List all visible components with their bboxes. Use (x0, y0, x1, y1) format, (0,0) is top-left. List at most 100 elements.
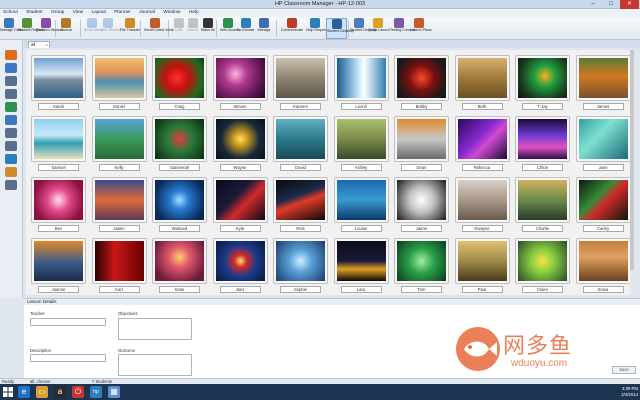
student-thumbnail[interactable]: Paul (454, 237, 511, 295)
menu-group[interactable]: Group (48, 9, 68, 17)
student-screen-preview[interactable] (334, 178, 388, 222)
student-thumbnail[interactable]: Leonil (333, 54, 390, 112)
applications-icon[interactable] (5, 115, 17, 125)
send-collect-work-button[interactable]: Send/Collect Work (144, 18, 174, 39)
student-desktop-button[interactable]: Student Desktop (350, 18, 377, 39)
student-screen-preview[interactable] (274, 178, 327, 222)
close-button[interactable]: ✕ (620, 0, 639, 9)
student-screen-preview[interactable] (395, 239, 448, 283)
headset-icon[interactable] (5, 76, 17, 86)
file-explorer-icon[interactable]: ▭ (36, 386, 48, 398)
student-screen-preview[interactable] (213, 239, 267, 283)
student-screen-preview[interactable] (153, 56, 206, 100)
outcome-field[interactable] (118, 354, 192, 376)
manage-class-button[interactable]: Manage Class (0, 18, 23, 39)
student-thumbnail[interactable]: Daniel (91, 54, 148, 112)
minimize-button[interactable]: – (584, 0, 602, 9)
student-screen-preview[interactable] (213, 178, 267, 222)
student-thumbnail[interactable]: Jaez (212, 237, 269, 295)
student-screen-preview[interactable] (455, 178, 509, 222)
student-screen-preview[interactable] (516, 239, 569, 283)
student-screen-preview[interactable] (92, 56, 146, 100)
student-thumbnail[interactable]: Sameerah (151, 115, 208, 173)
student-thumbnail[interactable]: Kareem (272, 54, 329, 112)
lock-button[interactable]: Lock (172, 18, 185, 39)
student-screen-preview[interactable] (32, 178, 85, 222)
student-thumbnail[interactable]: Samuel (30, 115, 87, 173)
web-access-button[interactable]: Web Access (220, 18, 240, 39)
student-screen-preview[interactable] (153, 117, 206, 161)
blank-all-button[interactable]: Blank All (200, 18, 216, 39)
menu-school[interactable]: School (0, 9, 22, 17)
globe-icon[interactable] (5, 102, 17, 112)
student-thumbnail[interactable]: Kane (151, 237, 208, 295)
co-browse-button[interactable]: Co-Browse (236, 18, 255, 39)
student-screen-preview[interactable] (516, 178, 569, 222)
student-screen-preview[interactable] (455, 56, 509, 100)
student-thumbnail[interactable]: Jason (91, 176, 148, 234)
keyboard-icon[interactable] (5, 180, 17, 190)
show-menu-button[interactable]: Show Menu (84, 18, 103, 39)
student-thumbnail[interactable]: Sonia (575, 237, 632, 295)
scrollbar-thumb[interactable] (630, 50, 634, 270)
student-screen-preview[interactable] (32, 239, 85, 283)
manage-button[interactable]: Manage (256, 18, 272, 39)
system-clock[interactable]: 3:39 PM 2/4/2014 (621, 386, 638, 398)
communicate-button[interactable]: Communicate (280, 18, 304, 39)
student-thumbnail[interactable]: Chloe (514, 115, 571, 173)
unlock-button[interactable]: Unlock (186, 18, 199, 39)
student-thumbnail[interactable]: Waheed (151, 176, 208, 234)
student-thumbnail[interactable]: Sarah (30, 54, 87, 112)
student-screen-preview[interactable] (334, 239, 388, 283)
amazon-icon[interactable]: a (54, 386, 66, 398)
student-screen-preview[interactable] (516, 117, 569, 161)
student-screen-preview[interactable] (32, 117, 85, 161)
menu-help[interactable]: Help (186, 9, 203, 17)
student-thumbnail[interactable]: Louise (333, 176, 390, 234)
student-screen-preview[interactable] (32, 56, 85, 100)
menu-window[interactable]: Window (160, 9, 184, 17)
view-student-button[interactable]: View Student (100, 18, 121, 39)
student-screen-preview[interactable] (334, 56, 388, 100)
student-screen-preview[interactable] (576, 239, 630, 283)
student-thumbnail[interactable]: T-Jay (514, 54, 571, 112)
student-screen-preview[interactable] (455, 117, 509, 161)
student-screen-preview[interactable] (274, 56, 327, 100)
student-screen-preview[interactable] (576, 56, 630, 100)
student-desktop-button[interactable]: Student Desktop (326, 18, 354, 39)
student-thumbnail[interactable]: James (575, 54, 632, 112)
student-thumbnail[interactable]: Jaime (393, 176, 450, 234)
student-screen-preview[interactable] (153, 239, 206, 283)
student-thumbnail[interactable]: Sophie (272, 237, 329, 295)
quick-launch-button[interactable]: Quick Launch (368, 18, 390, 39)
help-requests-button[interactable]: Help Requests (306, 18, 330, 39)
large-icons-icon[interactable] (5, 63, 17, 73)
student-thumbnail[interactable]: Steven (212, 54, 269, 112)
tab-close-icon[interactable]: × (46, 42, 48, 48)
menu-view[interactable]: View (70, 9, 87, 17)
student-screen-preview[interactable] (395, 178, 448, 222)
student-screen-preview[interactable] (213, 56, 267, 100)
teacher-field[interactable] (30, 318, 106, 326)
student-thumbnail[interactable]: Kyla (212, 176, 269, 234)
menu-student[interactable]: Student (23, 9, 47, 17)
power-icon[interactable]: ⏻ (72, 386, 84, 398)
journal-button[interactable]: Journal (58, 18, 74, 39)
student-screen-preview[interactable] (516, 56, 569, 100)
grid-scrollbar[interactable] (630, 50, 634, 295)
student-thumbnail[interactable]: Craig (151, 54, 208, 112)
student-thumbnail[interactable]: Jane (575, 115, 632, 173)
student-screen-preview[interactable] (274, 117, 327, 161)
security-icon[interactable] (5, 154, 17, 164)
student-screen-preview[interactable] (395, 117, 448, 161)
student-screen-preview[interactable] (334, 117, 388, 161)
student-thumbnail[interactable]: Ashley (333, 115, 390, 173)
description-field[interactable] (30, 354, 106, 362)
ie-icon[interactable]: e (18, 386, 30, 398)
devices-icon[interactable] (5, 141, 17, 151)
student-thumbnail[interactable]: Rebecca (454, 115, 511, 173)
tab-all[interactable]: all × (28, 41, 50, 48)
student-thumbnail[interactable]: Tom (393, 237, 450, 295)
objectives-field[interactable] (118, 318, 192, 340)
student-thumbnail[interactable]: Beth (454, 54, 511, 112)
